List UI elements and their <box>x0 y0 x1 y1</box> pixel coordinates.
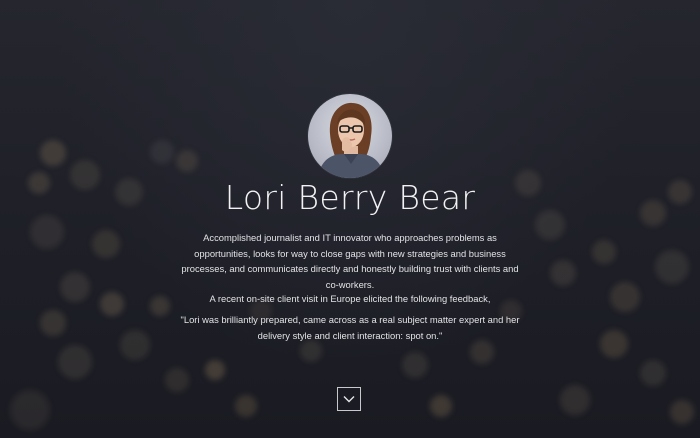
profile-name: Lori Berry Bear <box>224 178 476 217</box>
hero-section: Lori Berry Bear Accomplished journalist … <box>0 0 700 438</box>
profile-bio: Accomplished journalist and IT innovator… <box>181 232 519 290</box>
feedback-intro: A recent on-site client visit in Europe … <box>209 293 491 304</box>
client-quote: "Lori was brilliantly prepared, came acr… <box>180 314 520 341</box>
avatar-portrait-icon <box>318 102 384 178</box>
profile-content: Lori Berry Bear Accomplished journalist … <box>0 0 700 438</box>
avatar <box>308 94 392 178</box>
scroll-down-button[interactable] <box>337 387 361 411</box>
chevron-down-icon <box>343 396 355 403</box>
